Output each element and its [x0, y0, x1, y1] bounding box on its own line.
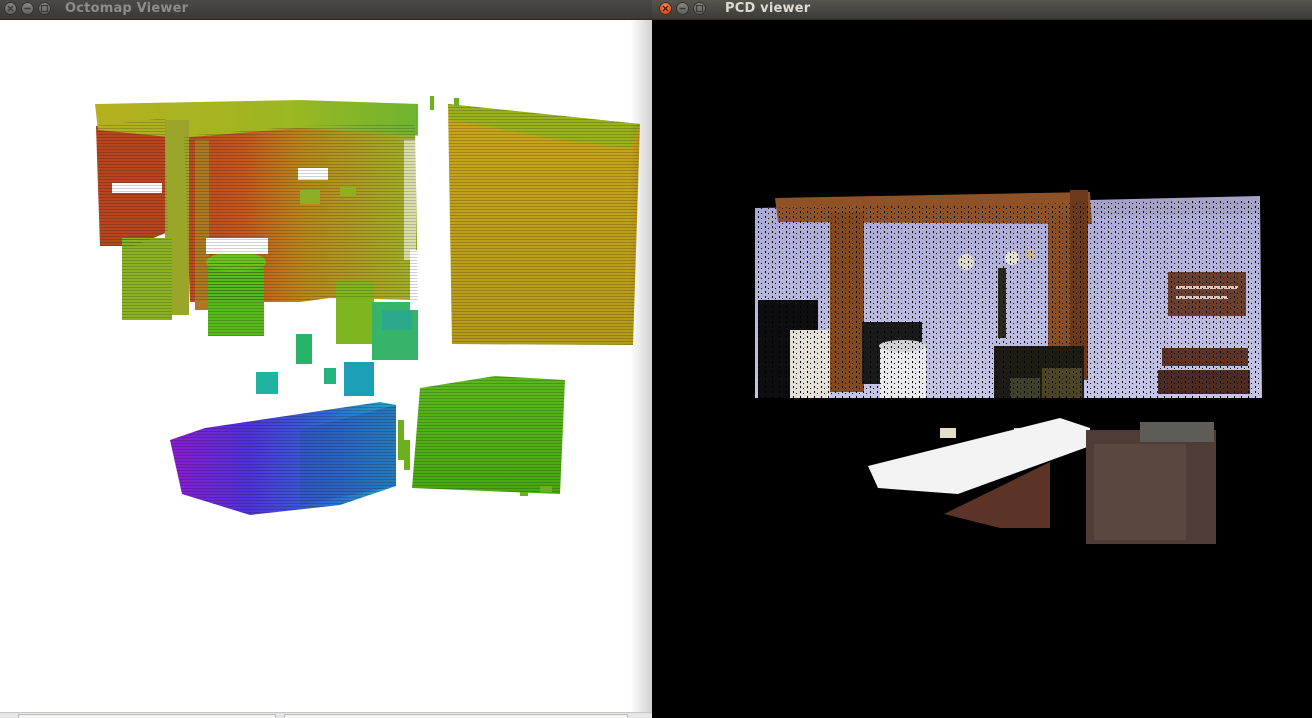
- pcd-viewer-window: PCD viewer: [652, 0, 1312, 718]
- status-bar-segment: [284, 714, 628, 718]
- status-bar-segment: [18, 714, 276, 718]
- octomap-voxel-render: [95, 96, 640, 515]
- window-title: Octomap Viewer: [65, 1, 189, 16]
- status-bar: [0, 712, 652, 718]
- maximize-icon[interactable]: [693, 2, 706, 15]
- minimize-icon[interactable]: [676, 2, 689, 15]
- window-edge-shadow: [630, 20, 652, 718]
- minimize-icon[interactable]: [21, 2, 34, 15]
- octomap-3d-viewport[interactable]: [0, 20, 652, 718]
- window-title: PCD viewer: [725, 1, 811, 16]
- close-icon[interactable]: [4, 2, 17, 15]
- maximize-icon[interactable]: [38, 2, 51, 15]
- octomap-viewer-window: Octomap Viewer: [0, 0, 652, 718]
- pcd-3d-viewport[interactable]: [652, 20, 1312, 718]
- octomap-titlebar[interactable]: Octomap Viewer: [0, 0, 652, 20]
- close-icon[interactable]: [659, 2, 672, 15]
- pcd-titlebar[interactable]: PCD viewer: [652, 0, 1312, 20]
- pcd-point-cloud-render: [755, 190, 1265, 544]
